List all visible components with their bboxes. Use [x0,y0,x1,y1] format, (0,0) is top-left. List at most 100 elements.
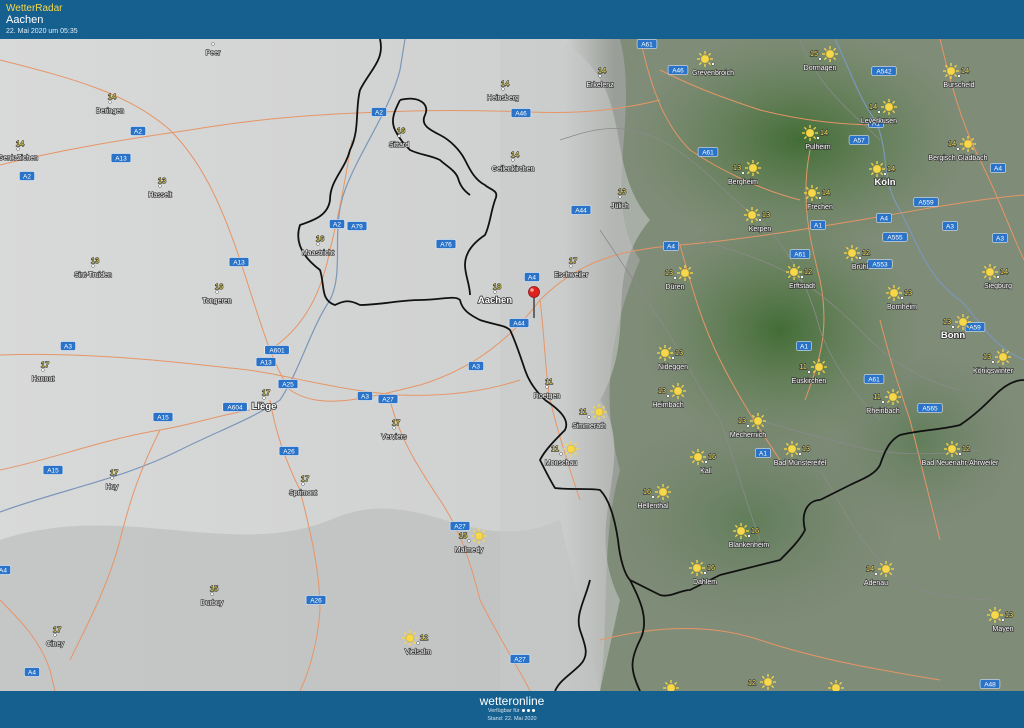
android-icon[interactable] [527,709,531,713]
city-name: Rheinbach [866,408,900,415]
wetteronline-logo[interactable]: wetteronline [0,694,1024,708]
city-name: Euskirchen [792,378,827,385]
city-name: Heinsberg [487,95,519,102]
highway-badge: A61 [697,147,719,157]
highway-badge: A3 [992,233,1008,243]
highway-badge: A27 [509,654,531,664]
temperature-label: 14 [869,102,877,111]
highway-label: A61 [641,42,653,49]
highway-badge: A44 [570,205,592,215]
temperature-label: 13 [675,348,683,357]
sun-icon [690,449,706,465]
radar-map[interactable]: A2 A2 A13 A2 A61 A46 A46 A61 A57 A1 A542 A4 A44 A2 A79… [0,39,1024,691]
highway-label: A4 [28,670,36,677]
city-name: Kerpen [749,226,772,233]
highway-label: A542 [876,69,892,76]
city-name: Bornheim [887,304,917,311]
highway-label: A604 [227,405,243,412]
highway-badge: A604 [222,402,248,412]
highway-badge: A26 [278,446,300,456]
city-name: Siegburg [984,283,1012,290]
city-name: Burscheid [943,82,974,89]
highway-badge: A61 [789,249,811,259]
highway-label: A4 [528,275,536,282]
highway-label: A48 [984,682,996,689]
highway-label: A61 [794,252,806,259]
sun-icon [745,160,761,176]
highway-label: A2 [23,174,31,181]
temperature-label: 15 [210,584,218,593]
highway-badge: A48 [979,679,1001,689]
temperature-label: 11 [579,407,587,416]
highway-label: A4 [667,244,675,251]
highway-badge: A2 [371,107,387,117]
city-name: Bad Neuenahr-Ahrweiler [922,460,999,467]
highway-label: A2 [333,222,341,229]
highway-label: A559 [918,200,934,207]
city-name: Tongeren [202,298,231,305]
city-name: Blankenheim [729,542,770,549]
sun-icon [689,560,705,576]
timestamp: 22. Mai 2020 um 05:35 [6,28,78,35]
city-name: Ciney [46,641,64,648]
temperature-label: 13 [762,210,770,219]
city-name: Roetgen [534,393,561,400]
highway-badge: A13 [255,357,277,367]
sun-icon [750,413,766,429]
city-name: Liège [252,401,277,412]
highway-badge: A4 [876,213,892,223]
sun-icon [878,561,894,577]
city-name: Verviers [381,434,407,441]
highway-badge: A565 [917,403,943,413]
windows-icon[interactable] [532,709,536,713]
sun-icon [881,99,897,115]
highway-label: A565 [922,406,938,413]
data-stand: Stand: 22. Mai 2020 [487,716,537,722]
apple-icon[interactable] [522,709,526,713]
brand-title: WetterRadar [6,3,63,14]
highway-badge: A25 [277,379,299,389]
temperature-label: 11 [799,362,807,371]
temperature-label: 14 [16,139,24,148]
sun-icon [960,136,976,152]
highway-badge: A553 [867,259,893,269]
highway-badge: A79 [346,221,368,231]
sun-icon [402,630,418,646]
highway-label: A13 [115,156,127,163]
highway-badge: A601 [264,345,290,355]
highway-badge: A3 [942,221,958,231]
temperature-label: 12 [962,444,970,453]
city-name: Maastricht [302,250,334,257]
city-name: Bonn [941,330,965,341]
temperature-label: 18 [493,282,501,291]
sun-icon [982,264,998,280]
temperature-label: 14 [820,128,828,137]
highway-label: A61 [702,150,714,157]
highway-badge: A4 [24,667,40,677]
temperature-label: 17 [301,474,309,483]
city-name: Genk-Zichen [0,155,38,162]
app-header: WetterRadar Aachen 22. Mai 2020 um 05:35 [0,0,1024,39]
location-title: Aachen [6,14,44,26]
highway-label: A27 [382,397,394,404]
highway-badge: A26 [305,595,327,605]
city-name: Hellenthal [637,503,669,510]
sun-icon [955,314,971,330]
highway-label: A44 [513,321,525,328]
temperature-label: 13 [943,317,951,326]
availability-note: Verfügbar für [0,708,1024,714]
map-canvas[interactable]: A2 A2 A13 A2 A61 A46 A46 A61 A57 A1 A542 A4 A44 A2 A79… [0,39,1024,691]
sun-icon [886,285,902,301]
terrain-shade [820,350,1020,530]
highway-badge: A15 [152,412,174,422]
highway-badge: A3 [357,391,373,401]
city-name: Simmerath [572,423,606,430]
temperature-label: 15 [459,531,467,540]
temperature-label: 14 [948,139,956,148]
highway-badge: A27 [377,394,399,404]
highway-badge: A13 [110,153,132,163]
temperature-label: 14 [1000,267,1008,276]
temperature-label: 17 [41,360,49,369]
highway-label: A3 [946,224,954,231]
temperature-label: 12 [420,633,428,642]
